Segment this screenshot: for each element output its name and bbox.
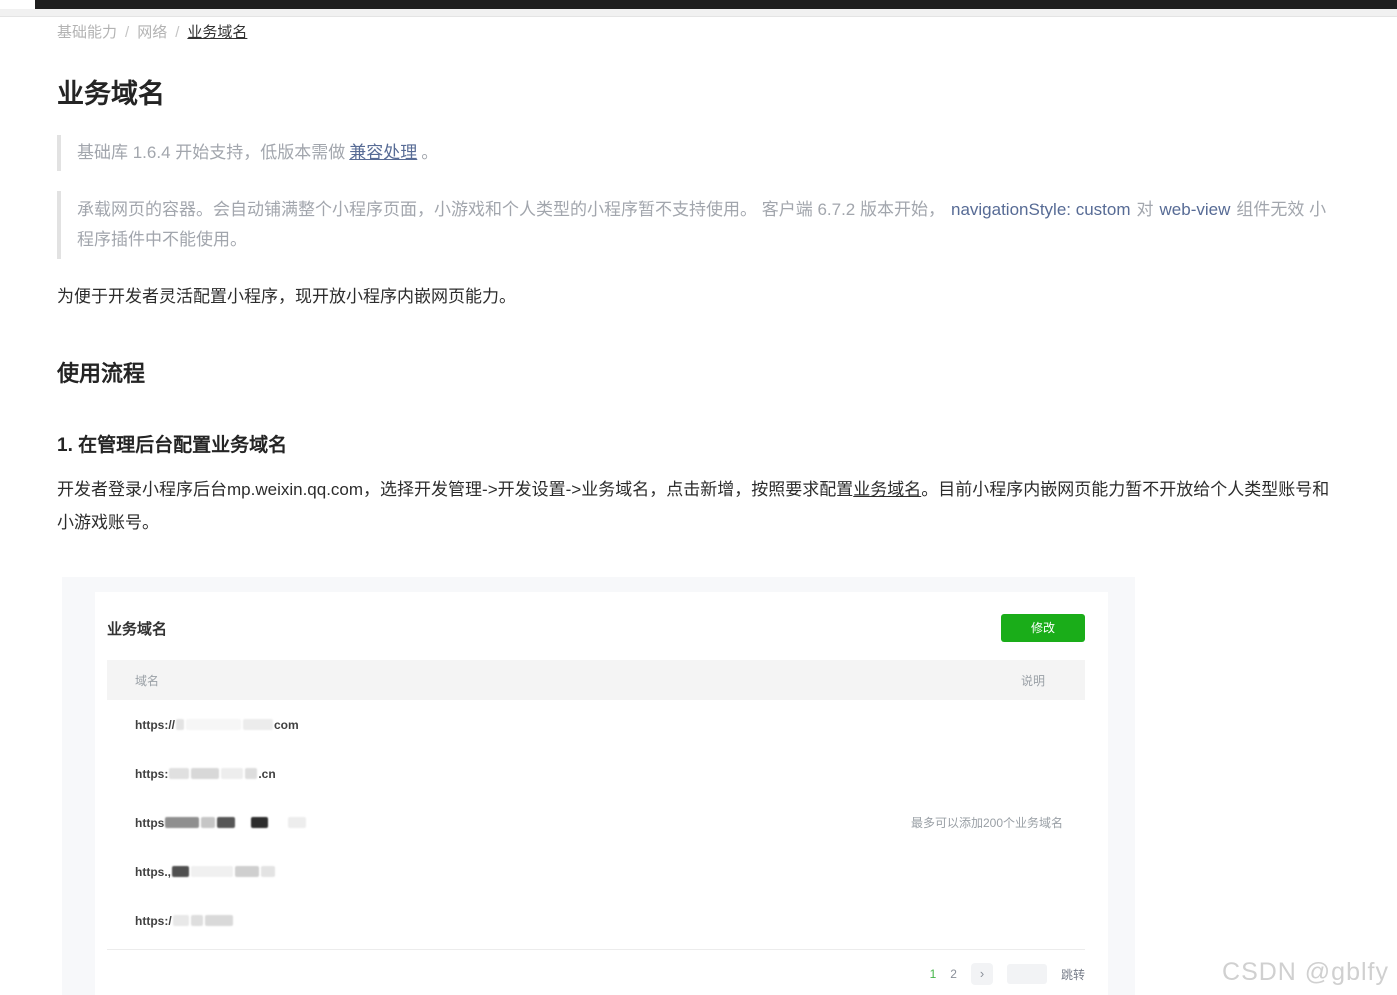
jump-label: 跳转 — [1061, 966, 1085, 983]
breadcrumb-link[interactable]: 基础能力 — [57, 24, 117, 41]
redacted-segment — [217, 817, 235, 828]
page-number-2: 2 — [950, 967, 957, 981]
redacted-segment — [165, 817, 199, 828]
domain-url-suffix: .cn — [258, 767, 275, 781]
description-note: 承载网页的容器。会自动铺满整个小程序页面，小游戏和个人类型的小程序暂不支持使用。… — [57, 191, 1340, 259]
column-desc: 说明 — [1021, 672, 1045, 689]
domain-url-prefix: https:// — [135, 718, 175, 732]
next-page-icon: › — [971, 963, 993, 985]
redacted-segment — [169, 768, 189, 779]
version-note-text: 基础库 1.6.4 开始支持，低版本需做 — [77, 143, 345, 162]
panel-title: 业务域名 — [107, 618, 167, 639]
domain-row: https:// com — [107, 700, 1085, 749]
page-number-1: 1 — [930, 967, 937, 981]
domain-url-prefix: https., — [135, 865, 171, 879]
redacted-segment — [261, 866, 275, 877]
breadcrumb-link[interactable]: 网络 — [137, 24, 167, 41]
usage-flow-heading: 使用流程 — [57, 359, 1340, 389]
version-note-suffix: 。 — [421, 143, 438, 162]
domain-row: https 最多可以添加200个业务域名 — [107, 798, 1085, 847]
csdn-watermark: CSDN @gblfy — [1222, 958, 1389, 987]
intro-paragraph: 为便于开发者灵活配置小程序，现开放小程序内嵌网页能力。 — [57, 285, 1340, 309]
step1-text-before: 开发者登录小程序后台mp.weixin.qq.com，选择开发管理->开发设置-… — [57, 480, 853, 499]
page-title: 业务域名 — [57, 77, 1340, 111]
max-domains-hint: 最多可以添加200个业务域名 — [911, 814, 1085, 831]
table-header: 域名 说明 — [107, 660, 1085, 700]
version-note: 基础库 1.6.4 开始支持，低版本需做兼容处理。 — [57, 135, 1340, 171]
domain-row: https., — [107, 847, 1085, 896]
pagination: 1 2 › 跳转 — [107, 963, 1085, 985]
top-dark-bar-fill — [35, 0, 1397, 9]
domain-url-prefix: https:/ — [135, 914, 172, 928]
redacted-segment — [172, 866, 189, 877]
breadcrumb-separator: / — [125, 24, 129, 41]
top-dark-bar — [0, 0, 1397, 9]
redacted-segment — [245, 768, 257, 779]
redacted-segment — [191, 768, 219, 779]
table-divider — [107, 949, 1085, 950]
breadcrumb-current: 业务域名 — [187, 24, 247, 41]
modify-button: 修改 — [1001, 614, 1085, 642]
description-part2: 对 — [1137, 200, 1154, 219]
domain-url-prefix: https — [135, 816, 164, 830]
redacted-segment — [173, 915, 189, 926]
redacted-segment — [186, 719, 241, 730]
domain-url-suffix: com — [274, 718, 299, 732]
description-part1: 承载网页的容器。会自动铺满整个小程序页面，小游戏和个人类型的小程序暂不支持使用。… — [77, 200, 945, 219]
step1-heading: 1. 在管理后台配置业务域名 — [57, 433, 1340, 459]
doc-content: 基础能力 / 网络 / 业务域名 业务域名 基础库 1.6.4 开始支持，低版本需做兼容… — [0, 23, 1397, 995]
domain-row: https:/ — [107, 896, 1085, 945]
redacted-segment — [251, 817, 268, 828]
redacted-segment — [176, 719, 184, 730]
screenshot-card: 业务域名 修改 域名 说明 https:// com https: .cn https 最… — [95, 592, 1108, 995]
column-domain: 域名 — [135, 672, 159, 689]
redacted-segment — [191, 915, 203, 926]
redacted-segment — [235, 866, 259, 877]
web-view-code: web-view — [1160, 200, 1231, 219]
redacted-segment — [237, 817, 249, 828]
jump-page-input — [1007, 964, 1047, 984]
breadcrumb: 基础能力 / 网络 / 业务域名 — [57, 23, 1340, 43]
navigation-style-code: navigationStyle: custom — [951, 200, 1131, 219]
step1-screenshot: 业务域名 修改 域名 说明 https:// com https: .cn https 最… — [62, 577, 1135, 995]
redacted-segment — [201, 817, 215, 828]
redacted-segment — [191, 866, 233, 877]
top-gray-strip — [0, 9, 1397, 17]
business-domain-link[interactable]: 业务域名 — [853, 480, 921, 499]
step1-paragraph: 开发者登录小程序后台mp.weixin.qq.com，选择开发管理->开发设置-… — [57, 473, 1340, 539]
domain-url-prefix: https: — [135, 767, 168, 781]
compatibility-link[interactable]: 兼容处理 — [349, 143, 417, 162]
redacted-segment — [243, 719, 273, 730]
redacted-segment — [205, 915, 233, 926]
redacted-segment — [288, 817, 306, 828]
redacted-segment — [221, 768, 243, 779]
domain-row-list: https://comhttps:.cnhttps最多可以添加200个业务域名h… — [107, 700, 1085, 945]
domain-row: https: .cn — [107, 749, 1085, 798]
redacted-segment — [270, 817, 286, 828]
breadcrumb-separator: / — [175, 24, 179, 41]
